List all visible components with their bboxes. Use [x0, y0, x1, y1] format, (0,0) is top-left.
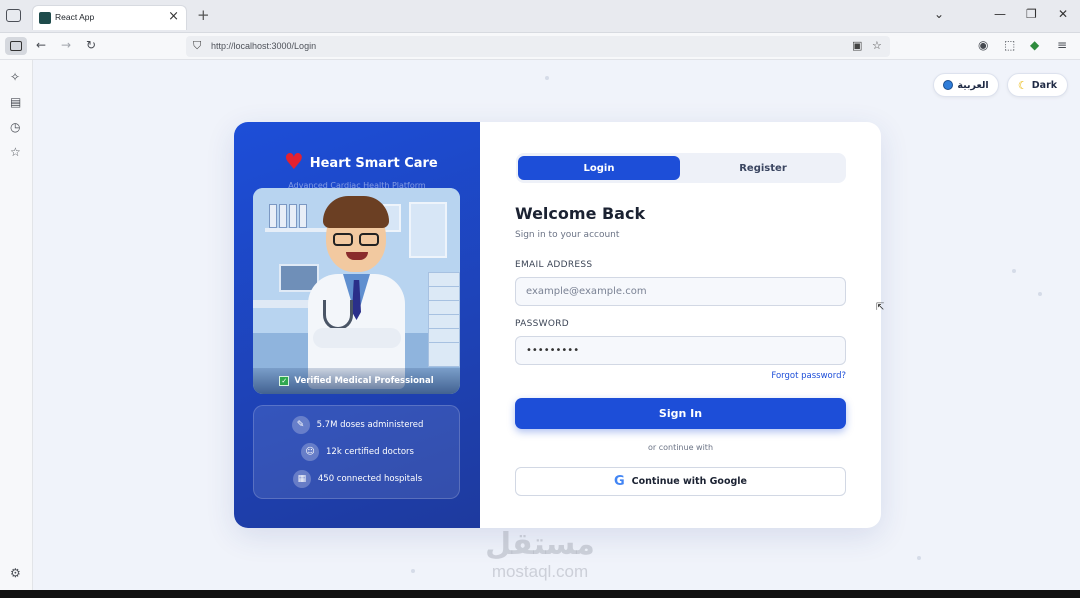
- extensions-icon[interactable]: ⬚: [1004, 38, 1015, 52]
- reader-mode-icon[interactable]: ▣: [852, 39, 862, 52]
- bookmarks-icon[interactable]: ☆: [10, 145, 21, 159]
- stat-item: ☺ 12k certified doctors: [254, 443, 461, 461]
- close-tab-icon[interactable]: ×: [168, 9, 179, 24]
- email-label: EMAIL ADDRESS: [515, 260, 593, 270]
- stat-label: 12k certified doctors: [326, 447, 414, 457]
- shield-icon[interactable]: ⛉: [193, 39, 201, 53]
- minimize-window-icon[interactable]: —: [994, 7, 1006, 21]
- settings-gear-icon[interactable]: ⚙: [10, 566, 21, 580]
- stat-item: ✎ 5.7M doses administered: [254, 416, 461, 434]
- history-icon[interactable]: ◷: [10, 120, 20, 134]
- browser-toolbar: ← → ↻ ⛉ http://localhost:3000/Login ▣ ☆ …: [0, 33, 1080, 60]
- stat-label: 5.7M doses administered: [316, 420, 424, 430]
- sign-in-button[interactable]: Sign In: [515, 398, 846, 429]
- background-dot: [1038, 292, 1042, 296]
- new-tab-icon[interactable]: +: [197, 6, 210, 24]
- wall-chart: [409, 202, 447, 258]
- background-dot: [545, 76, 549, 80]
- language-toggle-button[interactable]: العربية: [933, 73, 999, 97]
- doctor-icon: ☺: [301, 443, 320, 461]
- stats-box: ✎ 5.7M doses administered ☺ 12k certifie…: [253, 405, 460, 499]
- stat-label: 450 connected hospitals: [317, 474, 423, 484]
- password-label: PASSWORD: [515, 319, 570, 329]
- moon-icon: ☾: [1017, 78, 1028, 92]
- form-subtitle: Sign in to your account: [515, 230, 620, 240]
- address-url[interactable]: http://localhost:3000/Login: [211, 41, 316, 51]
- binder: [299, 204, 307, 228]
- sidebar-icon: [10, 41, 22, 51]
- form-title: Welcome Back: [515, 204, 646, 223]
- syringe-icon: ✎: [291, 416, 310, 434]
- password-field[interactable]: [515, 336, 846, 365]
- tab-overview-icon[interactable]: [6, 9, 21, 22]
- taskbar-strip: [0, 590, 1080, 598]
- stethoscope: [323, 300, 353, 330]
- auth-tabs: Login Register: [516, 153, 846, 183]
- google-signin-label: Continue with Google: [631, 476, 747, 487]
- tab-list-chevron-icon[interactable]: ⌄: [934, 7, 944, 21]
- restore-window-icon[interactable]: ❐: [1026, 7, 1037, 21]
- brand-panel: ♥ Heart Smart Care Advanced Cardiac Heal…: [234, 122, 480, 528]
- ai-sparkle-icon[interactable]: ✧: [10, 70, 20, 84]
- doctor-arms: [313, 328, 401, 348]
- theme-label: Dark: [1031, 79, 1058, 91]
- heart-logo-icon: ♥: [284, 150, 304, 175]
- brand-header: ♥ Heart Smart Care: [284, 152, 438, 174]
- verified-banner: ✓ Verified Medical Professional: [253, 368, 460, 394]
- browser-tab-bar: React App × + ⌄ — ❐ ✕: [0, 0, 1080, 33]
- forgot-password-link[interactable]: Forgot password?: [734, 371, 846, 381]
- language-label: العربية: [957, 79, 989, 91]
- vpn-extension-icon[interactable]: ◆: [1030, 38, 1039, 52]
- check-icon: ✓: [279, 376, 290, 386]
- globe-icon: [943, 80, 954, 90]
- doctor-hair: [323, 196, 389, 228]
- theme-toggle-button[interactable]: ☾ Dark: [1007, 73, 1068, 97]
- browser-tab-title: React App: [55, 12, 95, 22]
- account-icon[interactable]: ◉: [978, 38, 988, 52]
- forward-icon[interactable]: →: [61, 38, 71, 52]
- menu-icon[interactable]: ≡: [1057, 38, 1067, 52]
- google-signin-button[interactable]: G Continue with Google: [515, 467, 846, 496]
- back-icon[interactable]: ←: [36, 38, 46, 52]
- background-dot: [917, 556, 921, 560]
- hospital-icon: ▦: [292, 470, 311, 488]
- watermark-latin: mostaql.com: [491, 562, 589, 581]
- file-cabinet: [428, 272, 460, 367]
- binder: [269, 204, 277, 228]
- background-dot: [1012, 269, 1016, 273]
- mouse-cursor-icon: ⇱: [876, 302, 885, 313]
- watermark-arabic: مستقل: [485, 527, 595, 562]
- verified-label: Verified Medical Professional: [294, 376, 434, 386]
- browser-tab[interactable]: React App ×: [32, 5, 187, 30]
- mostaql-watermark: مستقل mostaql.com: [474, 527, 606, 581]
- bookmark-star-icon[interactable]: ☆: [872, 39, 882, 52]
- stat-item: ▦ 450 connected hospitals: [254, 470, 461, 488]
- doctor-glasses: [333, 233, 381, 247]
- brand-name: Heart Smart Care: [309, 155, 438, 171]
- reading-list-icon[interactable]: ▤: [10, 95, 21, 109]
- background-dot: [411, 569, 415, 573]
- address-bar[interactable]: ⛉ http://localhost:3000/Login ▣ ☆: [186, 36, 890, 57]
- reload-icon[interactable]: ↻: [86, 38, 96, 52]
- react-favicon-icon: [39, 12, 51, 24]
- binder: [289, 204, 297, 228]
- tab-login[interactable]: Login: [518, 156, 680, 180]
- doctor-illustration: ✓ Verified Medical Professional: [253, 188, 460, 394]
- binder: [279, 204, 287, 228]
- google-icon: G: [613, 474, 625, 489]
- sidebar-toggle-button[interactable]: [5, 37, 27, 55]
- email-field[interactable]: [515, 277, 846, 306]
- tab-register[interactable]: Register: [682, 156, 844, 180]
- close-window-icon[interactable]: ✕: [1058, 7, 1068, 21]
- continue-divider: or continue with: [647, 443, 714, 452]
- login-card: ♥ Heart Smart Care Advanced Cardiac Heal…: [234, 122, 881, 528]
- browser-sidebar: ✧ ▤ ◷ ☆ ⚙: [0, 60, 33, 598]
- wall-shelf: [265, 228, 335, 232]
